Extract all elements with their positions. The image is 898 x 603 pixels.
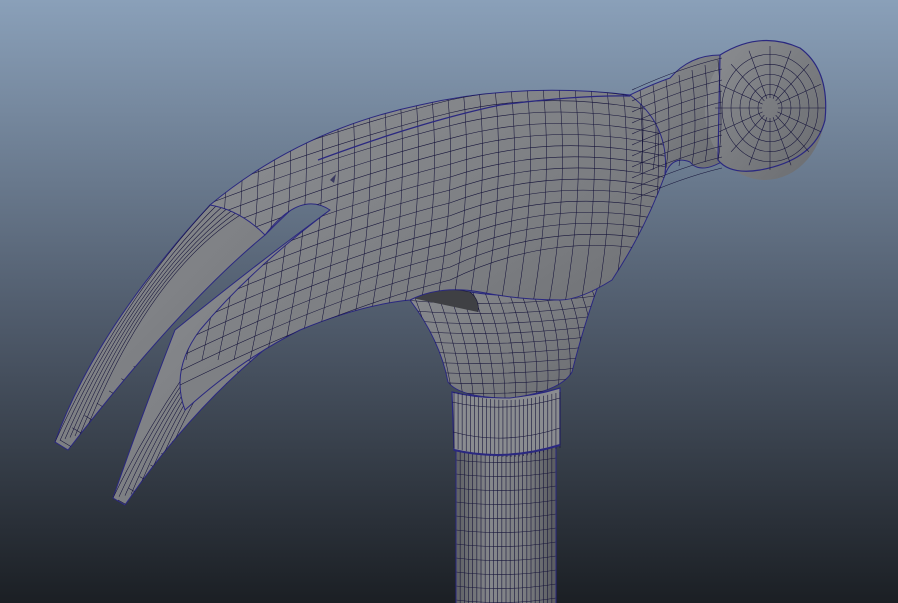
3d-viewport[interactable] (0, 0, 898, 603)
scene-canvas (0, 0, 898, 603)
